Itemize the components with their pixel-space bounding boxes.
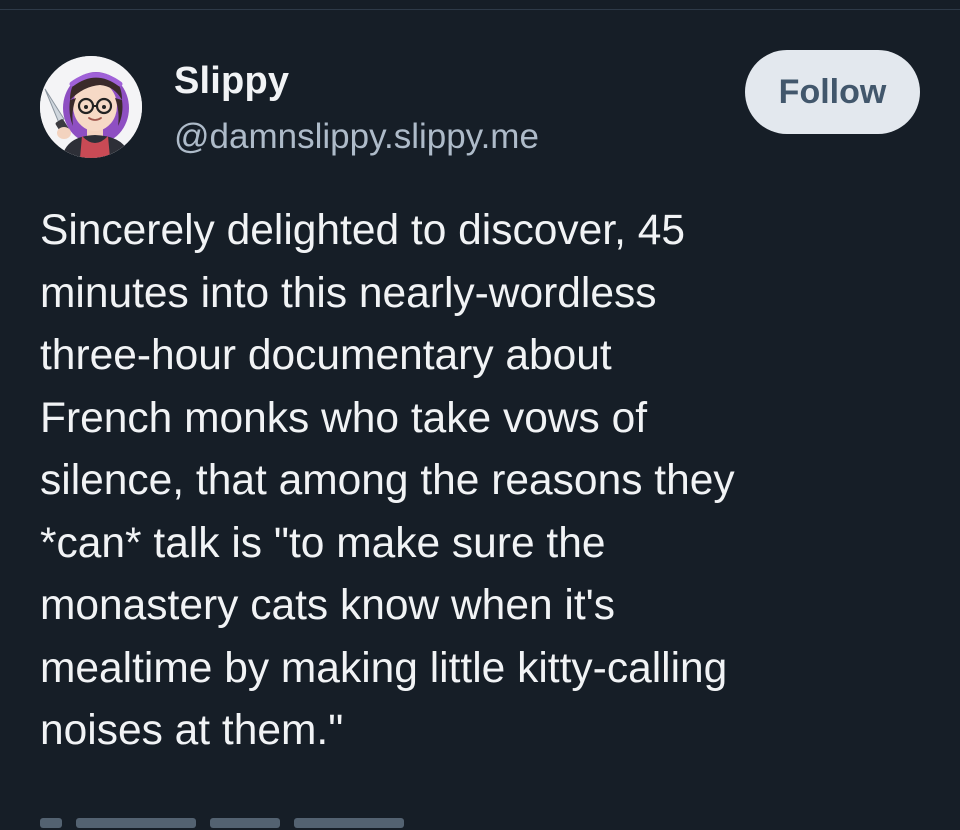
post-timestamp-partial (40, 818, 540, 830)
avatar[interactable] (40, 56, 142, 158)
timestamp-fragment (40, 818, 62, 828)
follow-button[interactable]: Follow (745, 50, 920, 134)
post-card: Slippy @damnslippy.slippy.me Follow Sinc… (0, 0, 960, 828)
author-name[interactable]: Slippy (174, 60, 289, 103)
author-handle[interactable]: @damnslippy.slippy.me (174, 117, 539, 157)
post-text: Sincerely delighted to discover, 45 minu… (40, 207, 735, 754)
timestamp-fragment (294, 818, 404, 828)
timestamp-fragment (76, 818, 196, 828)
timestamp-fragment (210, 818, 280, 828)
avatar-illustration-icon (40, 56, 142, 158)
